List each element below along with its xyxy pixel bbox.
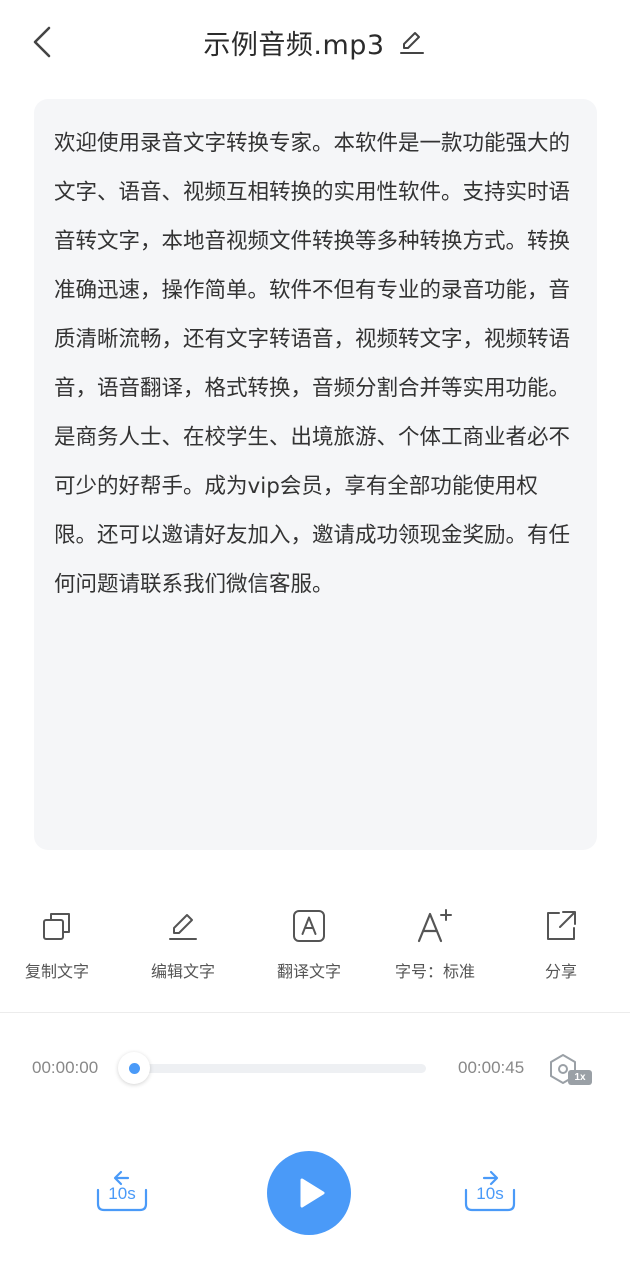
total-time: 00:00:45	[458, 1058, 525, 1077]
current-time: 00:00:00	[32, 1058, 99, 1077]
forward-10s-button[interactable]: 10s	[460, 1168, 520, 1220]
copy-text-button[interactable]: 复制文字	[2, 900, 112, 990]
header: 示例音频.mp3	[0, 0, 630, 84]
share-label: 分享	[544, 962, 577, 981]
progress-knob-dot	[128, 1062, 140, 1074]
font-size-icon	[417, 909, 452, 943]
edit-text-button[interactable]: 编辑文字	[128, 900, 238, 990]
transcript-card: 欢迎使用录音文字转换专家。本软件是一款功能强大的文字、语音、视频互相转换的实用性…	[34, 99, 597, 850]
share-button[interactable]: 分享	[506, 900, 616, 990]
copy-icon	[43, 913, 70, 940]
divider	[0, 1012, 630, 1013]
progress-knob[interactable]	[118, 1052, 150, 1084]
edit-icon	[169, 914, 197, 940]
action-toolbar: 复制文字 编辑文字 翻译文字 字号：标准 分享	[0, 900, 630, 990]
pencil-icon	[399, 32, 424, 54]
translate-text-button[interactable]: 翻译文字	[254, 900, 364, 990]
copy-text-label: 复制文字	[24, 962, 89, 981]
speed-badge: 1x	[568, 1070, 592, 1085]
edit-text-label: 编辑文字	[150, 962, 215, 981]
transcript-text[interactable]: 欢迎使用录音文字转换专家。本软件是一款功能强大的文字、语音、视频互相转换的实用性…	[54, 119, 577, 609]
title-bar: 示例音频.mp3	[0, 22, 630, 62]
playback-speed-button[interactable]: 1x	[546, 1050, 594, 1090]
font-size-button[interactable]: 字号：标准	[380, 900, 490, 990]
translate-icon	[293, 910, 325, 942]
translate-text-label: 翻译文字	[276, 962, 341, 981]
rewind-10s-button[interactable]: 10s	[92, 1168, 152, 1220]
forward-label: 10s	[476, 1184, 504, 1203]
font-size-label: 字号：标准	[394, 962, 475, 981]
page-title: 示例音频.mp3	[203, 29, 385, 61]
rename-button[interactable]	[397, 27, 427, 57]
play-button[interactable]	[267, 1151, 351, 1235]
progress-track[interactable]	[134, 1064, 426, 1073]
rewind-label: 10s	[108, 1184, 136, 1203]
play-icon	[300, 1178, 325, 1208]
share-icon	[547, 911, 576, 940]
